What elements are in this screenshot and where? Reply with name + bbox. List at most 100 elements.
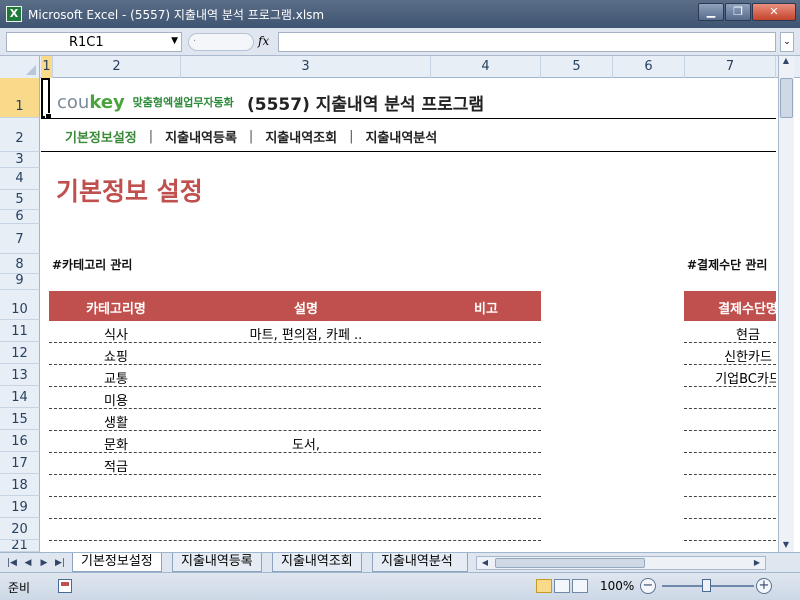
vertical-scrollbar[interactable]: ▲ ▼ [778, 56, 794, 552]
row-header[interactable]: 13 [0, 364, 40, 386]
scroll-up-icon[interactable]: ▲ [779, 56, 793, 68]
category-row[interactable] [49, 475, 541, 497]
nav-expense-register[interactable]: 지출내역등록 [165, 127, 237, 146]
row-header[interactable]: 7 [0, 224, 40, 254]
excel-icon: X [6, 6, 22, 22]
row-header[interactable]: 8 [0, 254, 40, 274]
payment-row[interactable] [684, 475, 776, 497]
vertical-scroll-thumb[interactable] [780, 78, 793, 118]
row-header[interactable]: 20 [0, 518, 40, 540]
zoom-slider-knob[interactable] [702, 579, 711, 592]
row-header[interactable]: 15 [0, 408, 40, 430]
category-row[interactable] [49, 497, 541, 519]
formula-input[interactable] [278, 32, 776, 52]
sheet-tab-expense-analysis[interactable]: 지출내역분석 [372, 553, 468, 572]
column-headers: 1 2 3 4 5 6 7 [0, 56, 800, 78]
row-header[interactable]: 11 [0, 320, 40, 342]
payment-row[interactable] [684, 453, 776, 475]
category-row[interactable]: 쇼핑 [49, 343, 541, 365]
horizontal-scrollbar[interactable]: ◀ ▶ [476, 556, 766, 570]
column-header[interactable]: 1 [41, 56, 53, 78]
category-desc-cell: 도서, [291, 438, 321, 453]
select-all-corner[interactable] [0, 56, 40, 78]
category-row[interactable]: 교통 [49, 365, 541, 387]
column-header[interactable]: 6 [613, 56, 685, 78]
restore-icon[interactable]: ❐ [725, 3, 751, 21]
logo-tagline: 맞춤형엑셀업무자동화 [132, 96, 234, 109]
payment-row[interactable] [684, 409, 776, 431]
row-header[interactable]: 16 [0, 430, 40, 452]
name-box[interactable]: R1C1 ▼ [6, 32, 182, 52]
macro-record-icon[interactable] [58, 579, 72, 593]
category-row[interactable]: 생활 [49, 409, 541, 431]
row-header[interactable]: 9 [0, 274, 40, 290]
sheet-tab-expense-search[interactable]: 지출내역조회 [272, 553, 362, 572]
logo-key: key [89, 92, 125, 113]
category-row[interactable] [49, 519, 541, 541]
category-row[interactable]: 적금 [49, 453, 541, 475]
normal-view-icon[interactable] [536, 579, 552, 593]
category-row[interactable]: 미용 [49, 387, 541, 409]
expand-formula-bar-icon[interactable]: ⌄ [780, 32, 794, 52]
minimize-icon[interactable]: ▁ [698, 3, 724, 21]
row-header[interactable]: 12 [0, 342, 40, 364]
payment-row[interactable]: 현금 [684, 321, 776, 343]
payment-row[interactable]: 기업BC카드 [684, 365, 776, 387]
nav-expense-analysis[interactable]: 지출내역분석 [365, 127, 437, 146]
nav-expense-search[interactable]: 지출내역조회 [265, 127, 337, 146]
row-header[interactable]: 21 [0, 540, 40, 552]
prev-sheet-icon[interactable]: ◀ [22, 556, 34, 570]
category-col-desc: 설명 [294, 302, 318, 317]
category-name-cell: 적금 [104, 460, 128, 475]
horizontal-scroll-thumb[interactable] [495, 558, 645, 568]
row-header[interactable]: 2 [0, 118, 40, 152]
nav-separator: | [248, 129, 254, 144]
page-break-view-icon[interactable] [572, 579, 588, 593]
first-sheet-icon[interactable]: |◀ [6, 556, 18, 570]
worksheet-grid[interactable]: coukey 맞춤형엑셀업무자동화 (5557) 지출내역 분석 프로그램 기본… [41, 78, 776, 552]
insert-function-icon[interactable]: fx [258, 34, 269, 48]
view-buttons [536, 579, 590, 593]
category-row[interactable]: 식사 마트, 편의점, 카페 .. [49, 321, 541, 343]
category-desc-cell: 마트, 편의점, 카페 .. [249, 328, 363, 343]
chevron-down-icon[interactable]: ▼ [171, 36, 178, 46]
scroll-right-icon[interactable]: ▶ [751, 557, 763, 569]
scroll-left-icon[interactable]: ◀ [479, 557, 491, 569]
coukey-logo: coukey 맞춤형엑셀업무자동화 [57, 92, 234, 113]
row-header[interactable]: 17 [0, 452, 40, 474]
row-header[interactable]: 14 [0, 386, 40, 408]
row-header[interactable]: 1 [0, 78, 40, 118]
page-layout-view-icon[interactable] [554, 579, 570, 593]
next-sheet-icon[interactable]: ▶ [38, 556, 50, 570]
close-icon[interactable]: ✕ [752, 3, 796, 21]
column-header[interactable]: 7 [685, 56, 776, 78]
row-header[interactable]: 10 [0, 290, 40, 320]
payment-row[interactable] [684, 497, 776, 519]
payment-row[interactable] [684, 519, 776, 541]
column-header[interactable]: 5 [541, 56, 613, 78]
payment-name-cell: 기업BC카드 [715, 372, 776, 387]
scroll-down-icon[interactable]: ▼ [779, 540, 793, 552]
header-divider [41, 118, 776, 119]
row-header[interactable]: 18 [0, 474, 40, 496]
row-header[interactable]: 5 [0, 190, 40, 210]
payment-row[interactable] [684, 431, 776, 453]
row-header[interactable]: 19 [0, 496, 40, 518]
sheet-tab-basic-info[interactable]: 기본정보설정 [72, 553, 162, 572]
zoom-out-icon[interactable]: − [640, 578, 656, 594]
row-header[interactable]: 6 [0, 210, 40, 224]
category-row[interactable]: 문화 도서, [49, 431, 541, 453]
column-header[interactable]: 3 [181, 56, 431, 78]
column-header[interactable]: 2 [53, 56, 181, 78]
last-sheet-icon[interactable]: ▶| [54, 556, 66, 570]
payment-row[interactable]: 신한카드 [684, 343, 776, 365]
zoom-in-icon[interactable]: + [756, 578, 772, 594]
row-header[interactable]: 4 [0, 168, 40, 190]
zoom-level[interactable]: 100% [600, 579, 634, 593]
nav-basic-info[interactable]: 기본정보설정 [65, 127, 137, 146]
column-header[interactable]: 4 [431, 56, 541, 78]
category-name-cell: 교통 [104, 372, 128, 387]
sheet-tab-expense-register[interactable]: 지출내역등록 [172, 553, 262, 572]
payment-row[interactable] [684, 387, 776, 409]
row-header[interactable]: 3 [0, 152, 40, 168]
